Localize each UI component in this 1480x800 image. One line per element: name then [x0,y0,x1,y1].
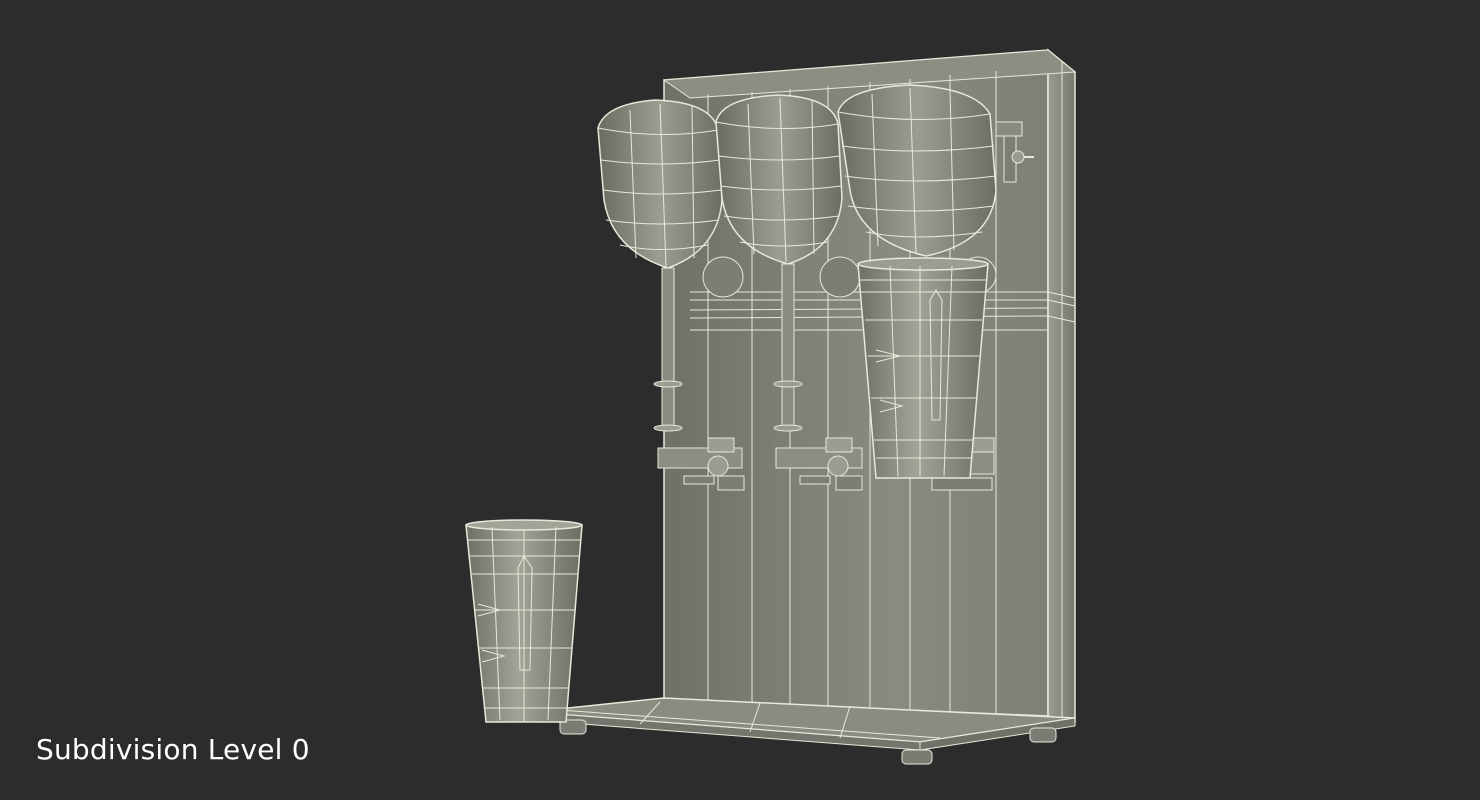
standalone-cup [465,519,583,723]
mixer-head-1 [597,99,723,269]
render-viewport: Subdivision Level 0 [0,0,1480,800]
wireframe-render [465,48,1077,765]
mounted-cup [857,257,989,479]
subdivision-level-caption: Subdivision Level 0 [36,733,310,766]
